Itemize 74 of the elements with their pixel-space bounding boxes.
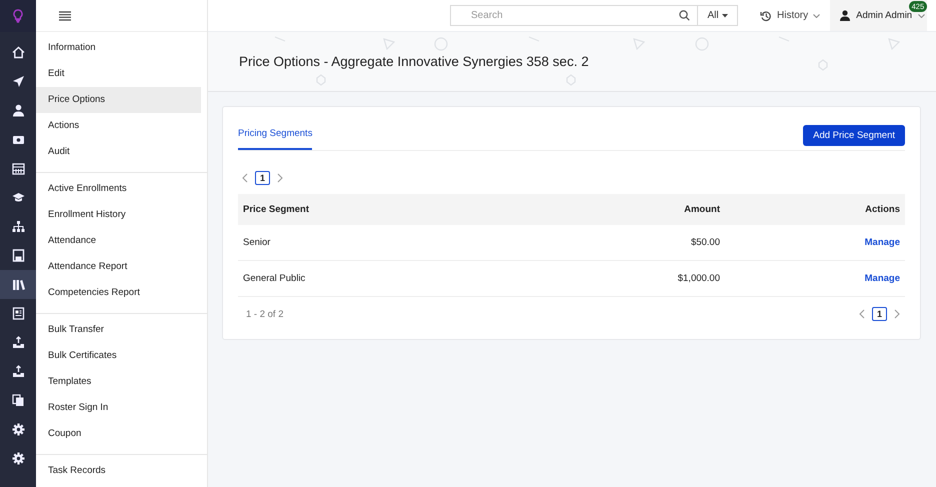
menu-item[interactable]: Edit — [36, 61, 201, 87]
table-cell-text: $50.00 — [690, 237, 720, 248]
chevron-icon — [813, 14, 820, 18]
menu-item[interactable]: Active Enrollments — [36, 176, 201, 202]
menu-item[interactable]: Coupon — [36, 421, 201, 447]
add-price-segment-button[interactable]: Add Price Segment — [803, 125, 905, 146]
person-icon — [840, 10, 850, 21]
hexagon-shape — [818, 59, 828, 71]
menu-item[interactable]: Competencies Report — [36, 280, 201, 306]
menu-item[interactable]: Price Options — [36, 87, 201, 113]
column-header: Actions — [864, 204, 900, 215]
upload-icon — [12, 336, 24, 349]
tab[interactable]: Pricing Segments — [238, 128, 312, 150]
triangle-shape — [633, 38, 645, 50]
scope-dropdown[interactable]: All — [698, 5, 738, 26]
next-page-icon[interactable] — [277, 173, 283, 183]
column-header: Price Segment — [243, 204, 310, 215]
dash-shape — [274, 36, 286, 42]
table-cell-text: $1,000.00 — [676, 273, 720, 284]
copy-icon — [12, 394, 24, 407]
paper-plane-icon — [12, 75, 24, 88]
history-dropdown[interactable]: History — [760, 10, 820, 22]
chevron-icon — [918, 14, 926, 18]
lightbulb-icon — [13, 9, 23, 23]
manage-link[interactable]: Manage — [720, 273, 900, 284]
column-header: Amount — [683, 204, 720, 215]
page-number[interactable]: 1 — [872, 307, 887, 321]
menu-item[interactable]: Bulk Certificates — [36, 343, 201, 369]
menu-item[interactable]: Roster Sign In — [36, 395, 201, 421]
circle-shape — [434, 37, 448, 51]
settings-icon — [12, 452, 24, 465]
hexagon-shape — [566, 74, 576, 86]
table-cell-text: Senior — [243, 237, 272, 248]
menu-item[interactable]: Actions — [36, 113, 201, 139]
menu-item[interactable]: Enrollment History — [36, 202, 201, 228]
graduation-cap-icon — [12, 191, 24, 204]
result-count: 1 - 2 of 2 — [246, 308, 284, 320]
menu-icon[interactable] — [59, 10, 71, 20]
search-field[interactable]: Search — [450, 5, 698, 26]
history-icon — [760, 10, 772, 22]
person-icon — [12, 104, 24, 117]
previous-page-icon[interactable] — [242, 173, 248, 183]
books-icon — [12, 278, 24, 291]
dash-shape — [528, 36, 540, 42]
home-icon — [12, 46, 24, 59]
rail-item[interactable] — [0, 270, 36, 299]
settings-icon — [12, 423, 24, 436]
caret-icon — [722, 14, 728, 18]
circle-shape — [695, 37, 709, 51]
menu-item[interactable]: Attendance — [36, 228, 201, 254]
user-name: Admin Admin — [856, 10, 912, 21]
table-cell-text: General Public — [243, 273, 306, 284]
menu-item[interactable]: Bulk Transfer — [36, 317, 201, 343]
triangle-shape — [383, 38, 395, 50]
save-icon — [12, 249, 24, 262]
triangle-shape — [888, 38, 900, 50]
page-title: Price Options - Aggregate Innovative Synergies 358 sec. 2 — [239, 54, 589, 69]
menu-item[interactable]: Task Records — [36, 458, 201, 484]
manage-link[interactable]: Manage — [720, 237, 900, 248]
menu-item[interactable]: Attendance Report — [36, 254, 201, 280]
banknote-icon — [12, 133, 24, 146]
page-number[interactable]: 1 — [255, 171, 270, 185]
menu-item[interactable]: Templates — [36, 369, 201, 395]
previous-page-icon[interactable] — [859, 309, 865, 319]
next-page-icon[interactable] — [894, 309, 900, 319]
hexagon-shape — [316, 74, 326, 86]
calendar-icon — [12, 162, 24, 175]
menu-item[interactable]: Information — [36, 35, 201, 61]
search-icon[interactable] — [679, 10, 690, 21]
menu-item[interactable]: Audit — [36, 139, 201, 165]
dash-shape — [778, 36, 790, 42]
document-icon — [12, 307, 24, 320]
upload-icon — [12, 365, 24, 378]
hierarchy-icon — [12, 220, 24, 233]
